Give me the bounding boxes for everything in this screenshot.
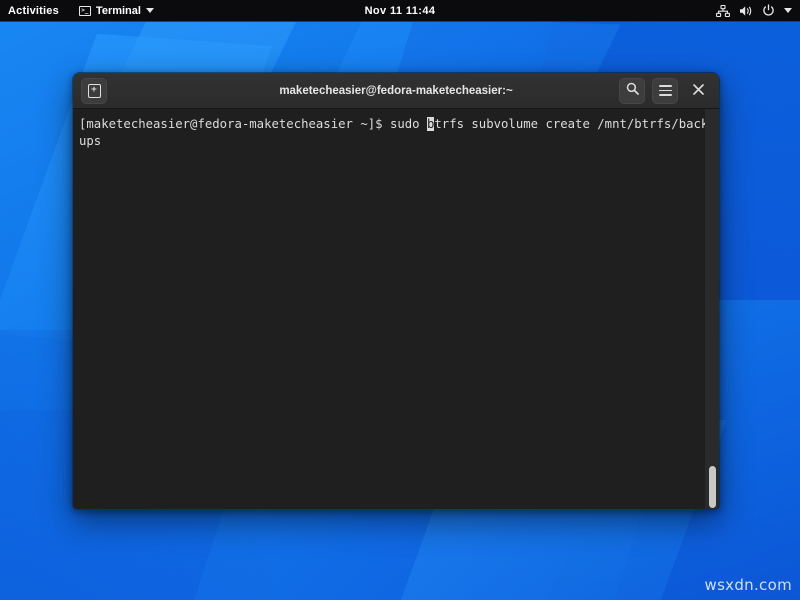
clock-button[interactable]: Nov 11 11:44: [300, 5, 500, 17]
terminal-window[interactable]: + maketecheasier@fedora-maketecheasier:~: [72, 72, 720, 510]
app-menu-label: Terminal: [96, 5, 141, 17]
command-text-before-cursor: sudo: [390, 117, 427, 131]
terminal-icon: >_: [79, 6, 91, 16]
app-menu-terminal[interactable]: >_ Terminal: [71, 5, 162, 17]
activities-label: Activities: [8, 5, 59, 17]
network-icon[interactable]: [716, 5, 730, 17]
menu-button[interactable]: [652, 78, 678, 104]
chevron-down-icon[interactable]: [784, 8, 792, 13]
power-icon[interactable]: [762, 4, 775, 17]
new-tab-button[interactable]: +: [81, 78, 107, 104]
activities-button[interactable]: Activities: [0, 5, 71, 17]
clock-label: Nov 11 11:44: [365, 5, 436, 17]
close-icon: [693, 82, 704, 100]
terminal-content-area[interactable]: [maketecheasier@fedora-maketecheasier ~]…: [73, 109, 719, 509]
search-button[interactable]: [619, 78, 645, 104]
search-icon: [626, 82, 639, 100]
system-tray[interactable]: [716, 4, 800, 17]
watermark: wsxdn.com: [705, 576, 793, 594]
volume-icon[interactable]: [739, 5, 753, 17]
hamburger-menu-icon: [659, 85, 672, 95]
gnome-top-bar: Activities >_ Terminal Nov 11 11:44: [0, 0, 800, 22]
terminal-scrollbar-track[interactable]: [705, 109, 719, 509]
terminal-scrollbar-thumb[interactable]: [709, 466, 716, 508]
terminal-text: [maketecheasier@fedora-maketecheasier ~]…: [77, 116, 709, 150]
new-tab-icon: +: [88, 84, 101, 98]
chevron-down-icon: [146, 8, 154, 13]
shell-prompt: [maketecheasier@fedora-maketecheasier ~]…: [79, 117, 390, 131]
close-button[interactable]: [685, 78, 711, 104]
terminal-title-bar[interactable]: + maketecheasier@fedora-maketecheasier:~: [73, 73, 719, 109]
